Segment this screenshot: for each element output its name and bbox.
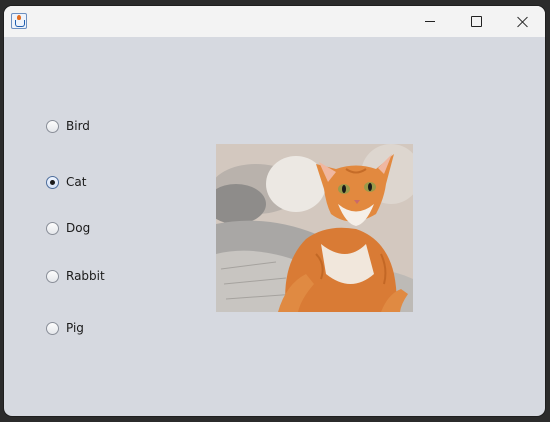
radio-option-cat[interactable]: Cat (46, 172, 86, 192)
radio-option-pig[interactable]: Pig (46, 318, 84, 338)
minimize-button[interactable] (407, 6, 453, 37)
radio-button[interactable] (46, 321, 59, 335)
minimize-icon (425, 21, 435, 22)
radio-label: Rabbit (66, 269, 105, 283)
radio-option-rabbit[interactable]: Rabbit (46, 266, 105, 286)
close-icon (516, 16, 528, 28)
radio-label: Dog (66, 221, 91, 235)
radio-button[interactable] (46, 119, 59, 133)
radio-option-bird[interactable]: Bird (46, 116, 90, 136)
radio-option-dog[interactable]: Dog (46, 218, 90, 238)
radio-label: Bird (66, 119, 90, 133)
java-cup-icon[interactable] (11, 13, 27, 29)
cat-photo (216, 144, 413, 312)
app-window: Bird Cat Dog Rabbit Pig (4, 6, 545, 416)
maximize-icon (470, 16, 482, 27)
title-bar[interactable] (4, 6, 545, 37)
radio-button-selected[interactable] (46, 175, 59, 189)
radio-button[interactable] (46, 221, 59, 235)
radio-button[interactable] (46, 269, 59, 283)
radio-label: Cat (66, 175, 87, 189)
radio-label: Pig (66, 321, 84, 335)
maximize-button[interactable] (453, 6, 499, 37)
close-button[interactable] (499, 6, 545, 37)
